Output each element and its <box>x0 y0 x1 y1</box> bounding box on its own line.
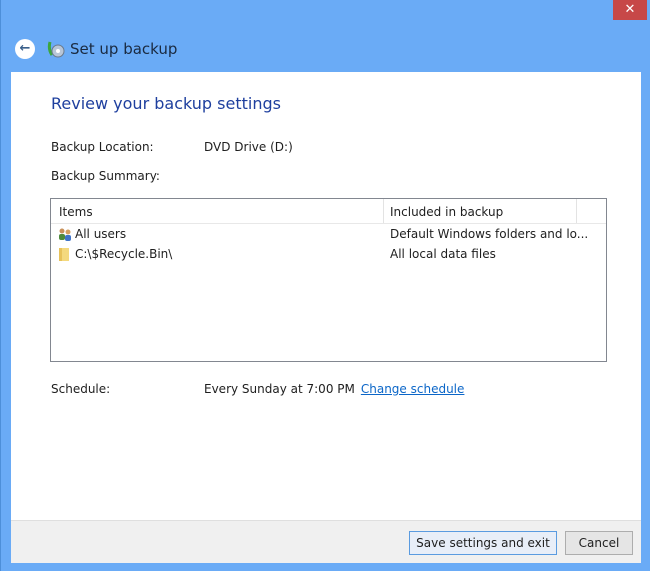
back-button[interactable]: ← <box>15 39 35 59</box>
list-item[interactable]: All users Default Windows folders and lo… <box>51 224 606 244</box>
window-frame: ✕ ← Set up backup Review your backup set… <box>0 0 650 571</box>
backup-summary-label: Backup Summary: <box>51 169 160 183</box>
save-settings-button[interactable]: Save settings and exit <box>409 531 557 555</box>
item-name: C:\$Recycle.Bin\ <box>75 247 173 261</box>
item-included: Default Windows folders and lo... <box>390 227 589 241</box>
schedule-label: Schedule: <box>51 382 111 396</box>
column-header-items[interactable]: Items <box>59 205 93 219</box>
cancel-button[interactable]: Cancel <box>565 531 633 555</box>
folder-icon <box>59 248 69 261</box>
backup-location-value: DVD Drive (D:) <box>204 140 293 154</box>
item-name: All users <box>75 227 127 241</box>
backup-location-label: Backup Location: <box>51 140 154 154</box>
list-header: Items Included in backup <box>51 199 606 224</box>
backup-summary-list[interactable]: Items Included in backup All users Defau… <box>50 198 607 362</box>
schedule-value: Every Sunday at 7:00 PM <box>204 382 355 396</box>
backup-icon <box>47 41 65 58</box>
page-heading: Review your backup settings <box>51 94 281 113</box>
item-included: All local data files <box>390 247 496 261</box>
close-button[interactable]: ✕ <box>613 0 647 20</box>
window-title: Set up backup <box>70 40 178 58</box>
column-header-included[interactable]: Included in backup <box>390 205 503 219</box>
users-icon <box>59 228 71 241</box>
schedule-value-row: Every Sunday at 7:00 PM Change schedule <box>204 382 464 396</box>
list-item[interactable]: C:\$Recycle.Bin\ All local data files <box>51 244 606 264</box>
change-schedule-link[interactable]: Change schedule <box>361 382 465 396</box>
column-divider[interactable] <box>383 199 384 223</box>
column-divider[interactable] <box>576 199 577 223</box>
